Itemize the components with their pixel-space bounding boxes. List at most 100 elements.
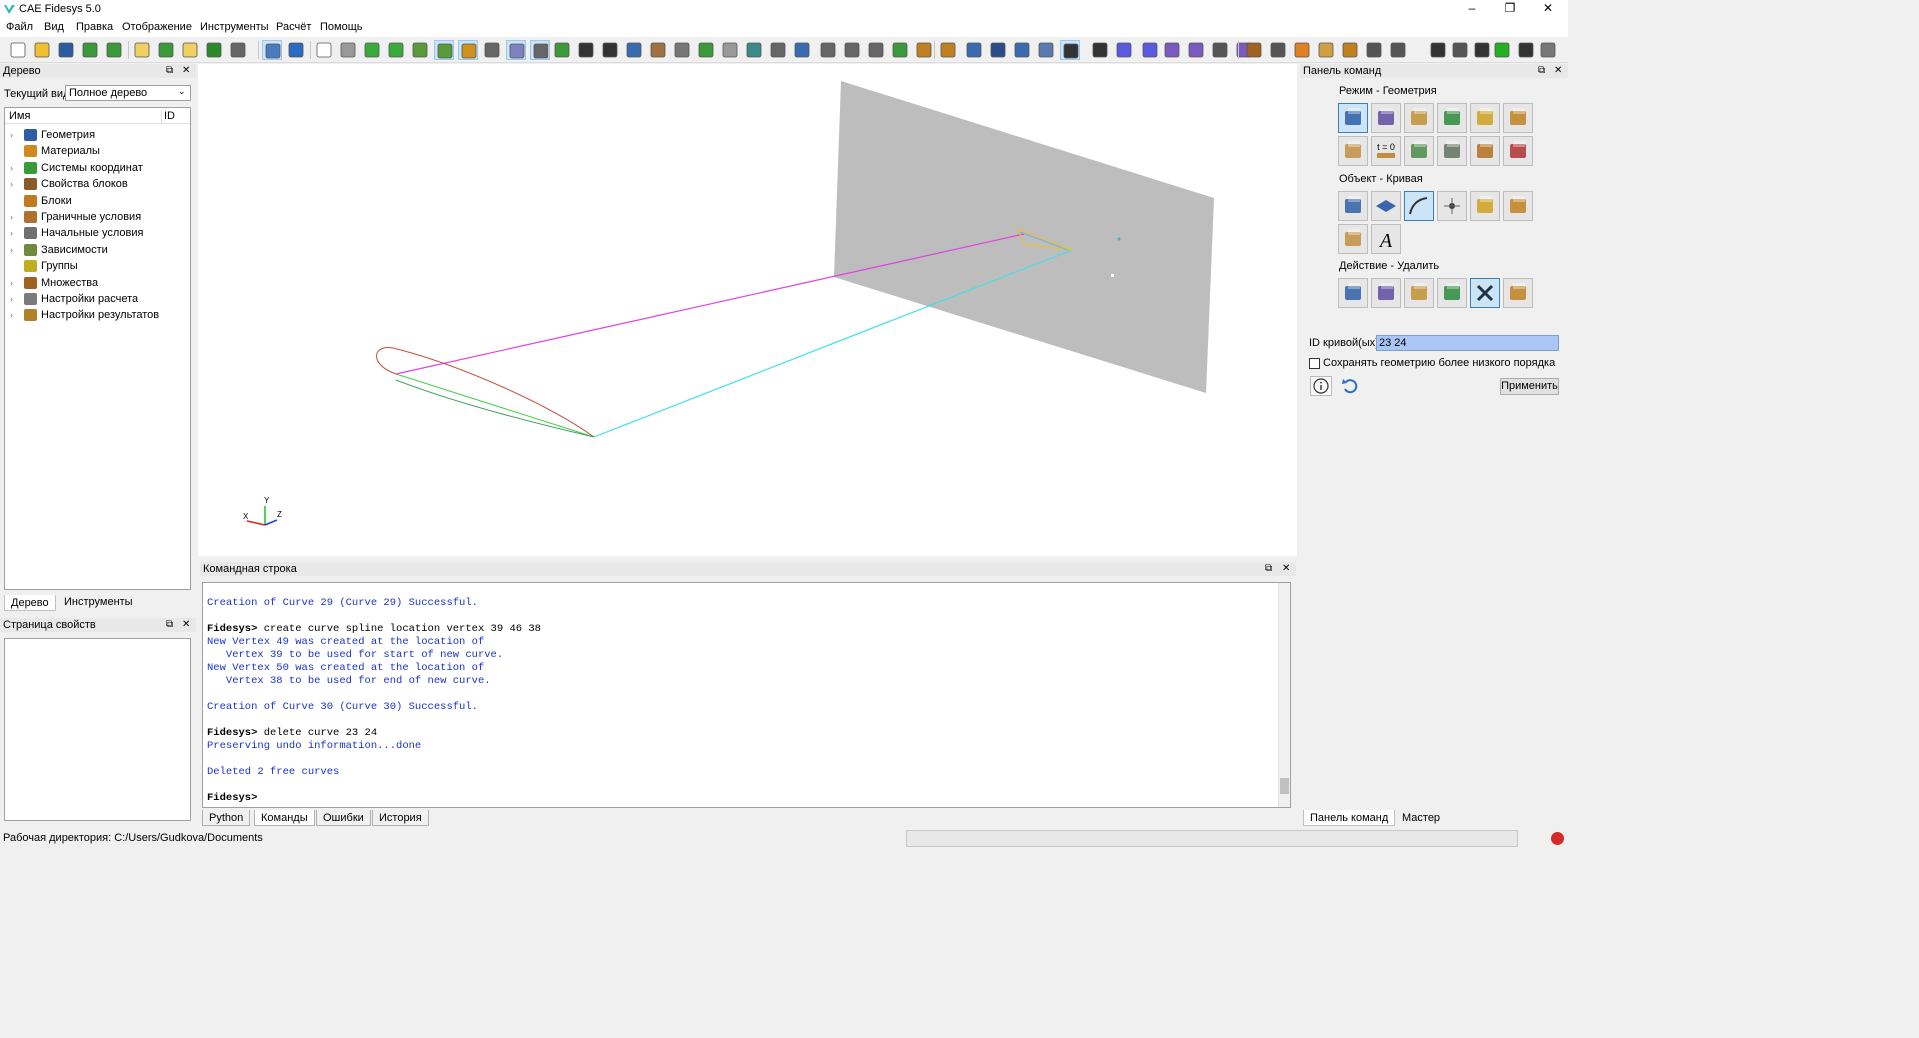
menu-edit[interactable]: Правка <box>76 21 113 33</box>
solid-button[interactable] <box>988 40 1008 60</box>
geometry-mode-button[interactable] <box>1338 103 1368 133</box>
tree-item[interactable]: › Множества <box>5 275 190 291</box>
reset-button[interactable] <box>1340 376 1362 396</box>
menu-calculation[interactable]: Расчёт <box>276 21 311 33</box>
id-button[interactable] <box>180 40 200 60</box>
more3-button[interactable] <box>1516 40 1536 60</box>
boolean-button[interactable] <box>1437 278 1467 308</box>
wireframe-button[interactable] <box>314 40 334 60</box>
float-icon[interactable]: ⧉ <box>166 618 173 632</box>
curve-cyan[interactable] <box>593 249 1073 438</box>
close-button[interactable]: ✕ <box>1530 0 1566 19</box>
tree-item[interactable]: › Граничные условия <box>5 209 190 225</box>
plane2-button[interactable] <box>696 40 716 60</box>
vertex-point[interactable] <box>1111 274 1114 277</box>
cube-blue-button[interactable] <box>1012 40 1032 60</box>
tab-commands[interactable]: Команды <box>254 810 315 826</box>
float-icon[interactable]: ⧉ <box>1538 64 1545 78</box>
tree-item[interactable]: › Свойства блоков <box>5 176 190 192</box>
nodes-button[interactable] <box>458 40 478 60</box>
3d-viewport[interactable]: Y X Z <box>198 64 1297 556</box>
pressure-button[interactable] <box>1316 40 1336 60</box>
select-button[interactable] <box>262 40 282 60</box>
point-button[interactable] <box>1090 40 1110 60</box>
scrollbar-thumb[interactable] <box>1280 778 1289 794</box>
console-output[interactable]: Creation of Curve 29 (Curve 29) Successf… <box>202 582 1291 808</box>
chevron-right-icon[interactable]: › <box>10 275 13 291</box>
tab-errors[interactable]: Ошибки <box>316 810 371 826</box>
undo-button[interactable] <box>286 40 306 60</box>
tab-tree[interactable]: Дерево <box>4 595 56 611</box>
pencil-button[interactable] <box>938 40 958 60</box>
axes-button[interactable] <box>890 40 910 60</box>
error-indicator-icon[interactable] <box>1551 832 1564 845</box>
body-button[interactable] <box>1503 191 1533 221</box>
frame2-button[interactable] <box>842 40 862 60</box>
more2-button[interactable] <box>1472 40 1492 60</box>
create-button[interactable] <box>1338 278 1368 308</box>
tree-item[interactable]: › Настройки результатов <box>5 307 190 323</box>
initial-t0-button[interactable]: t = 0 <box>1371 136 1401 166</box>
import-button[interactable] <box>104 40 124 60</box>
tab-python[interactable]: Python <box>202 810 251 826</box>
maximize-button[interactable]: ❐ <box>1492 0 1528 19</box>
annotate-button[interactable] <box>1388 40 1408 60</box>
record-button[interactable] <box>204 40 224 60</box>
plane-button[interactable] <box>672 40 692 60</box>
tree-item[interactable]: › Начальные условия <box>5 225 190 241</box>
sphere-button[interactable] <box>792 40 812 60</box>
load-button[interactable] <box>1244 40 1264 60</box>
tools-button[interactable] <box>228 40 248 60</box>
chevron-right-icon[interactable]: › <box>10 176 13 192</box>
close-icon[interactable]: ✕ <box>1554 64 1562 78</box>
minimize-button[interactable]: – <box>1454 0 1490 19</box>
mesh-display-button[interactable] <box>434 40 454 60</box>
curve-button[interactable] <box>1404 191 1434 221</box>
current-view-select[interactable]: Полное дерево ⌄ <box>65 85 191 101</box>
supports-button[interactable] <box>1268 40 1288 60</box>
hidden-line-button[interactable] <box>338 40 358 60</box>
cross-button[interactable] <box>1114 40 1134 60</box>
measure-button[interactable] <box>1338 224 1368 254</box>
tree-item[interactable]: Блоки <box>5 193 190 209</box>
dependencies-mode-button[interactable] <box>1404 136 1434 166</box>
delete-button[interactable] <box>1470 278 1500 308</box>
curve-id-input[interactable] <box>1376 335 1559 351</box>
tab-tools[interactable]: Инструменты <box>58 594 139 610</box>
rotate-button[interactable] <box>624 40 644 60</box>
curve-button[interactable] <box>1060 40 1080 60</box>
analysis-mode-button[interactable] <box>1503 136 1533 166</box>
plane4-button[interactable] <box>744 40 764 60</box>
zoom-out-button[interactable] <box>600 40 620 60</box>
keep-lower-order-checkbox[interactable] <box>1309 358 1320 369</box>
vertex-button[interactable] <box>1437 191 1467 221</box>
float-icon[interactable]: ⧉ <box>1265 562 1272 576</box>
bc-mode-button[interactable] <box>1338 136 1368 166</box>
zoom-in-button[interactable] <box>576 40 596 60</box>
apply-button[interactable]: Применить <box>1500 378 1559 395</box>
chevron-right-icon[interactable]: › <box>10 291 13 307</box>
copy-button[interactable] <box>1503 278 1533 308</box>
face-button[interactable] <box>1036 40 1056 60</box>
close-icon[interactable]: ✕ <box>182 64 190 78</box>
menu-tools[interactable]: Инструменты <box>200 21 269 33</box>
tree-item[interactable]: › Системы координат <box>5 160 190 176</box>
group-button[interactable] <box>964 40 984 60</box>
airfoil-lower-curve[interactable] <box>395 379 595 438</box>
mesh-mode-button[interactable] <box>1371 103 1401 133</box>
chevron-right-icon[interactable]: › <box>10 127 13 143</box>
close-icon[interactable]: ✕ <box>1282 562 1290 576</box>
save-button[interactable] <box>56 40 76 60</box>
col-name[interactable]: Имя <box>9 110 30 122</box>
camera-button[interactable] <box>1364 40 1384 60</box>
group-button[interactable] <box>1470 191 1500 221</box>
new-file-button[interactable] <box>8 40 28 60</box>
col-id[interactable]: ID <box>161 110 175 124</box>
line-button[interactable] <box>1140 40 1160 60</box>
tab-wizard[interactable]: Мастер <box>1396 810 1446 826</box>
fit-button[interactable] <box>1450 40 1470 60</box>
surface-button[interactable] <box>1371 191 1401 221</box>
frame-button[interactable] <box>818 40 838 60</box>
info-button[interactable] <box>1310 376 1332 396</box>
chevron-right-icon[interactable]: › <box>10 209 13 225</box>
